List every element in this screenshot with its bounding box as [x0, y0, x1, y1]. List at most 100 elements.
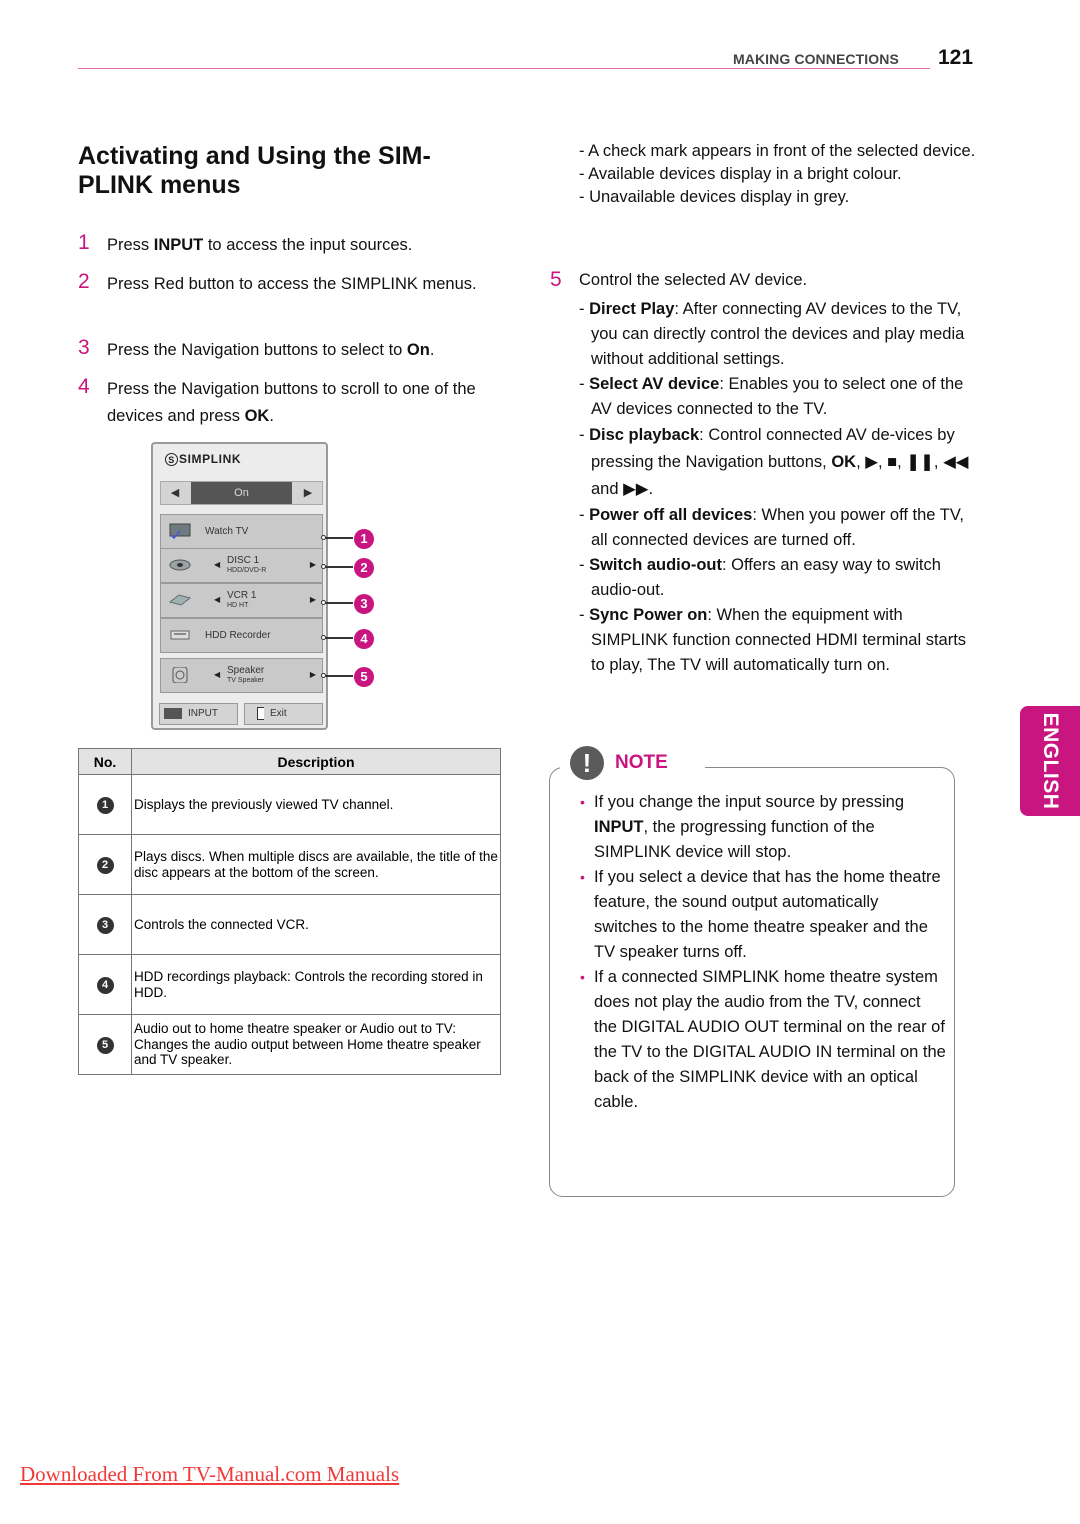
step-number: 3 [78, 336, 90, 359]
arrow-left-icon[interactable]: ◀ [214, 670, 220, 679]
callout-dot [321, 600, 326, 605]
note-item: • If you select a device that has the hom… [576, 865, 946, 965]
note-item: • If a connected SIMPLINK home theatre sy… [576, 965, 946, 1115]
bullet-icon: • [580, 794, 585, 810]
note-line: - Available devices display in a bright … [579, 165, 902, 183]
bullet-icon: • [580, 969, 585, 985]
description-table: No. Description 1 Displays the previousl… [78, 748, 501, 1075]
row-description: Controls the connected VCR. [131, 894, 501, 955]
arrow-left-icon[interactable]: ◀ [214, 595, 220, 604]
callout-leader [323, 637, 353, 639]
callout-dot [321, 564, 326, 569]
exclamation-icon: ! [570, 746, 604, 780]
callout-leader [323, 675, 353, 677]
note-line: - Unavailable devices display in grey. [579, 188, 850, 206]
row-description: HDD recordings playback: Controls the re… [131, 954, 501, 1015]
row-number: 4 [96, 976, 114, 994]
row-number: 3 [96, 916, 114, 934]
table-row: 1 Displays the previously viewed TV chan… [78, 774, 501, 835]
step-number: 5 [550, 268, 562, 291]
section-title: MAKING CONNECTIONS [733, 51, 899, 67]
feature-disc-playback: - Disc playback: Control connected AV de… [579, 426, 969, 498]
feature-direct-play: - Direct Play: After connecting AV devic… [579, 300, 965, 368]
row-description: Audio out to home theatre speaker or Aud… [131, 1014, 501, 1075]
arrow-right-icon[interactable]: ▶ [310, 595, 316, 604]
table-row: 3 Controls the connected VCR. [78, 894, 501, 955]
callout-4: 4 [354, 629, 374, 649]
row-description: Displays the previously viewed TV channe… [131, 774, 501, 835]
feature-select-av: - Select AV device: Enables you to selec… [579, 375, 964, 418]
feature-list: - Direct Play: After connecting AV devic… [579, 297, 979, 678]
device-row-vcr[interactable]: ◀ VCR 1 HD HT ▶ [160, 583, 323, 618]
input-key-icon [164, 707, 182, 719]
language-tab: ENGLISH [1020, 706, 1080, 816]
exit-icon [257, 706, 264, 720]
tv-icon [169, 523, 191, 539]
step-1: 1 Press INPUT to access the input source… [78, 231, 413, 254]
note-item: • If you change the input source by press… [576, 790, 946, 865]
device-sub: HD HT [227, 602, 249, 609]
table-row: 2 Plays discs. When multiple discs are a… [78, 834, 501, 895]
callout-leader [323, 537, 353, 539]
device-sub: TV Speaker [227, 677, 264, 684]
step-number: 4 [78, 375, 90, 398]
step-5: 5 Control the selected AV device. [550, 268, 808, 291]
note-title: NOTE [615, 752, 668, 773]
hdd-icon [170, 630, 190, 640]
step-number: 2 [78, 270, 90, 293]
exit-button[interactable]: Exit [244, 703, 323, 725]
bullet-icon: • [580, 869, 585, 885]
feature-switch-audio: - Switch audio-out: Offers an easy way t… [579, 556, 941, 599]
note-line: - A check mark appears in front of the s… [579, 142, 976, 160]
arrow-right-icon[interactable]: ▶ [294, 482, 322, 504]
row-description: Plays discs. When multiple discs are ava… [131, 834, 501, 895]
arrow-left-icon[interactable]: ◀ [161, 482, 189, 504]
title-line-2: PLINK menus [78, 171, 241, 199]
header-description: Description [131, 748, 501, 775]
disc-icon [169, 559, 191, 571]
arrow-right-icon[interactable]: ▶ [310, 670, 316, 679]
device-row-watch-tv[interactable]: Watch TV [160, 514, 323, 549]
device-name: HDD Recorder [205, 630, 271, 641]
speaker-icon [172, 667, 188, 683]
step4-notes: - A check mark appears in front of the s… [579, 140, 979, 209]
device-sub: HDD/DVD-R [227, 567, 267, 574]
note-list: • If you change the input source by press… [576, 790, 946, 1115]
table-header-row: No. Description [78, 748, 501, 775]
callout-leader [323, 566, 353, 568]
callout-dot [321, 535, 326, 540]
step-2: 2 Press Red button to access the SIMPLIN… [78, 270, 477, 293]
arrow-left-icon[interactable]: ◀ [214, 560, 220, 569]
footer-download-link[interactable]: Downloaded From TV-Manual.com Manuals [20, 1462, 399, 1487]
callout-leader [323, 602, 353, 604]
arrow-right-icon[interactable]: ▶ [310, 560, 316, 569]
device-row-disc[interactable]: ◀ DISC 1 HDD/DVD-R ▶ [160, 548, 323, 583]
input-button[interactable]: INPUT [159, 703, 238, 725]
simplink-logo: S SIMPLINK [165, 452, 241, 467]
feature-sync-power: - Sync Power on: When the equipment with… [579, 606, 967, 674]
device-name: DISC 1 [227, 555, 260, 566]
callout-dot [321, 635, 326, 640]
vcr-icon [169, 594, 191, 606]
callout-1: 1 [354, 529, 374, 549]
callout-3: 3 [354, 594, 374, 614]
device-row-speaker[interactable]: ◀ Speaker TV Speaker ▶ [160, 658, 323, 693]
table-row: 5 Audio out to home theatre speaker or A… [78, 1014, 501, 1075]
title-line-1: Activating and Using the SIM- [78, 142, 431, 170]
device-name: Watch TV [205, 526, 249, 537]
row-number: 1 [96, 796, 114, 814]
header-rule [78, 68, 930, 69]
step-3: 3 Press the Navigation buttons to select… [78, 336, 435, 359]
feature-power-off: - Power off all devices: When you power … [579, 506, 964, 549]
callout-2: 2 [354, 558, 374, 578]
callout-5: 5 [354, 667, 374, 687]
row-number: 5 [96, 1036, 114, 1054]
page-number: 121 [938, 46, 974, 69]
step-4: 4 Press the Navigation buttons to scroll… [78, 375, 476, 425]
step-number: 1 [78, 231, 90, 254]
simplink-toggle[interactable]: ◀ On ▶ [160, 481, 323, 505]
device-row-hdd[interactable]: HDD Recorder [160, 618, 323, 653]
device-name: Speaker [227, 665, 265, 676]
device-name: VCR 1 [227, 590, 257, 601]
page-title: Activating and Using the SIM- PLINK menu… [78, 142, 508, 200]
